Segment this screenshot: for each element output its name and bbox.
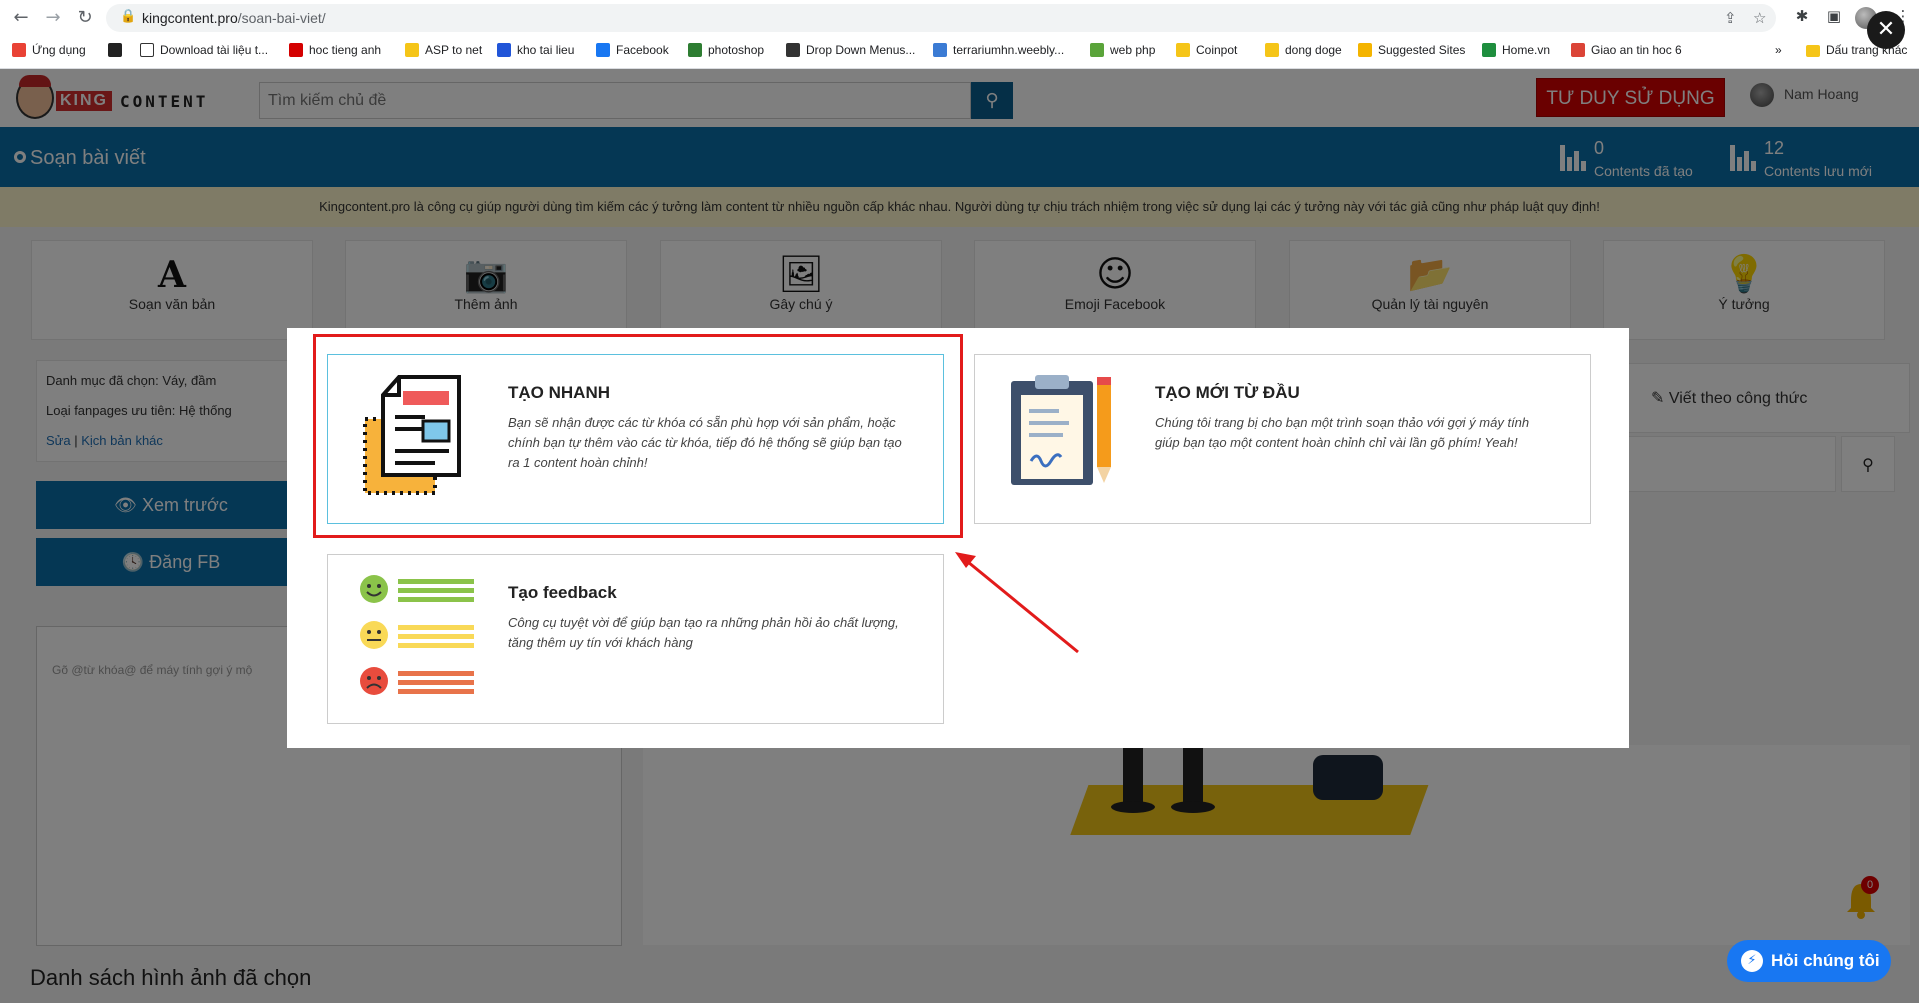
browser-toolbar: ← → ↻ 🔒 kingcontent.pro/soan-bai-viet/ ⇪… (0, 0, 1919, 36)
card-title: TẠO MỚI TỪ ĐẦU (1155, 383, 1300, 402)
bookmarks-bar: Ứng dụng Download tài liệu t... hoc tieng … (0, 38, 1919, 62)
bookmark-item[interactable]: ASP to net (405, 42, 482, 58)
folder-icon (1806, 45, 1820, 57)
bookmark-favicon-icon (786, 43, 800, 57)
bookmark-label: photoshop (708, 43, 765, 57)
messenger-icon: ⚡ (1741, 950, 1763, 972)
modal-backdrop-header (0, 69, 1919, 127)
bookmark-favicon-icon (596, 43, 610, 57)
bookmark-favicon-icon (12, 43, 26, 57)
bookmark-item[interactable]: photoshop (688, 42, 764, 58)
card-description: Chúng tôi trang bị cho bạn một trình soạ… (1155, 415, 1530, 450)
bookmark-label: Ứng dụng (32, 43, 86, 57)
bookmark-favicon-icon (1358, 43, 1372, 57)
extensions-icon[interactable]: ✱ (1792, 7, 1812, 27)
card-title: Tạo feedback (508, 583, 617, 602)
bookmark-item[interactable] (108, 42, 128, 58)
clipboard-pencil-icon (1011, 375, 1111, 485)
feedback-faces-icon (360, 575, 474, 695)
bookmark-item[interactable]: terrariumhn.weebly... (933, 42, 1064, 58)
bookmark-favicon-icon (405, 43, 419, 57)
bookmark-favicon-icon (1090, 43, 1104, 57)
bookmark-item[interactable]: Suggested Sites (1358, 42, 1465, 58)
bookmark-label: Drop Down Menus... (806, 43, 916, 57)
bookmark-label: Facebook (616, 43, 669, 57)
bookmark-item[interactable]: kho tai lieu (497, 42, 574, 58)
reload-icon[interactable]: ↻ (74, 7, 96, 29)
address-bar[interactable]: 🔒 kingcontent.pro/soan-bai-viet/ ⇪ ☆ (106, 4, 1776, 32)
back-arrow-icon[interactable]: ← (10, 7, 32, 29)
chat-button-label: Hỏi chúng tôi (1771, 951, 1880, 970)
bookmark-item[interactable]: dong doge (1265, 42, 1342, 58)
bookmark-favicon-icon (108, 43, 122, 57)
share-icon[interactable]: ⇪ (1724, 9, 1737, 27)
url-text: kingcontent.pro/soan-bai-viet/ (142, 10, 326, 26)
bookmark-label: Coinpot (1196, 43, 1238, 57)
bookmark-favicon-icon (933, 43, 947, 57)
bookmark-item[interactable]: Download tài liệu t... (140, 42, 268, 58)
close-icon: ✕ (1876, 17, 1896, 42)
bookmark-favicon-icon (1482, 43, 1496, 57)
close-modal-button[interactable]: ✕ (1867, 11, 1905, 49)
bookmark-label: kho tai lieu (517, 43, 575, 57)
bookmark-item[interactable]: hoc tieng anh (289, 42, 381, 58)
bookmark-item[interactable]: Giao an tin hoc 6 (1571, 42, 1682, 58)
side-panel-icon[interactable]: ▣ (1824, 7, 1844, 27)
bookmark-item[interactable]: Drop Down Menus... (786, 42, 915, 58)
bookmark-label: dong doge (1285, 43, 1342, 57)
bookmark-label: Suggested Sites (1378, 43, 1466, 57)
bookmark-item[interactable]: Coinpot (1176, 42, 1237, 58)
bookmark-label: web php (1110, 43, 1156, 57)
bookmark-label: Download tài liệu t... (160, 43, 269, 57)
bookmark-favicon-icon (497, 43, 511, 57)
bookmark-item[interactable]: Ứng dụng (12, 42, 86, 58)
annotation-highlight-box (313, 334, 963, 538)
card-description: Công cụ tuyệt vời để giúp bạn tạo ra nhữ… (508, 615, 899, 650)
forward-arrow-icon[interactable]: → (42, 7, 64, 29)
bookmark-label: terrariumhn.weebly... (953, 43, 1065, 57)
bookmark-item[interactable]: web php (1090, 42, 1155, 58)
browser-chrome: ← → ↻ 🔒 kingcontent.pro/soan-bai-viet/ ⇪… (0, 0, 1919, 69)
bookmark-favicon-icon (1176, 43, 1190, 57)
bookmark-favicon-icon (289, 43, 303, 57)
bookmark-label: Giao an tin hoc 6 (1591, 43, 1682, 57)
bookmark-label: Home.vn (1502, 43, 1551, 57)
tao-moi-tu-dau-card[interactable]: TẠO MỚI TỪ ĐẦU Chúng tôi trang bị cho bạ… (974, 354, 1591, 524)
bookmark-item[interactable]: Facebook (596, 42, 669, 58)
bookmark-favicon-icon (1571, 43, 1585, 57)
bookmark-label: ASP to net (425, 43, 483, 57)
messenger-chat-button[interactable]: ⚡ Hỏi chúng tôi (1727, 940, 1891, 982)
bookmark-favicon-icon (1265, 43, 1279, 57)
bookmark-favicon-icon (140, 43, 154, 57)
tao-feedback-card[interactable]: Tạo feedback Công cụ tuyệt vời để giúp b… (327, 554, 944, 724)
bookmark-star-icon[interactable]: ☆ (1753, 9, 1766, 27)
bookmark-item[interactable]: Home.vn (1482, 42, 1550, 58)
bookmark-label: hoc tieng anh (309, 43, 382, 57)
lock-icon: 🔒 (120, 9, 137, 24)
bookmark-favicon-icon (688, 43, 702, 57)
more-bookmarks-chevron[interactable]: » (1775, 42, 1782, 58)
